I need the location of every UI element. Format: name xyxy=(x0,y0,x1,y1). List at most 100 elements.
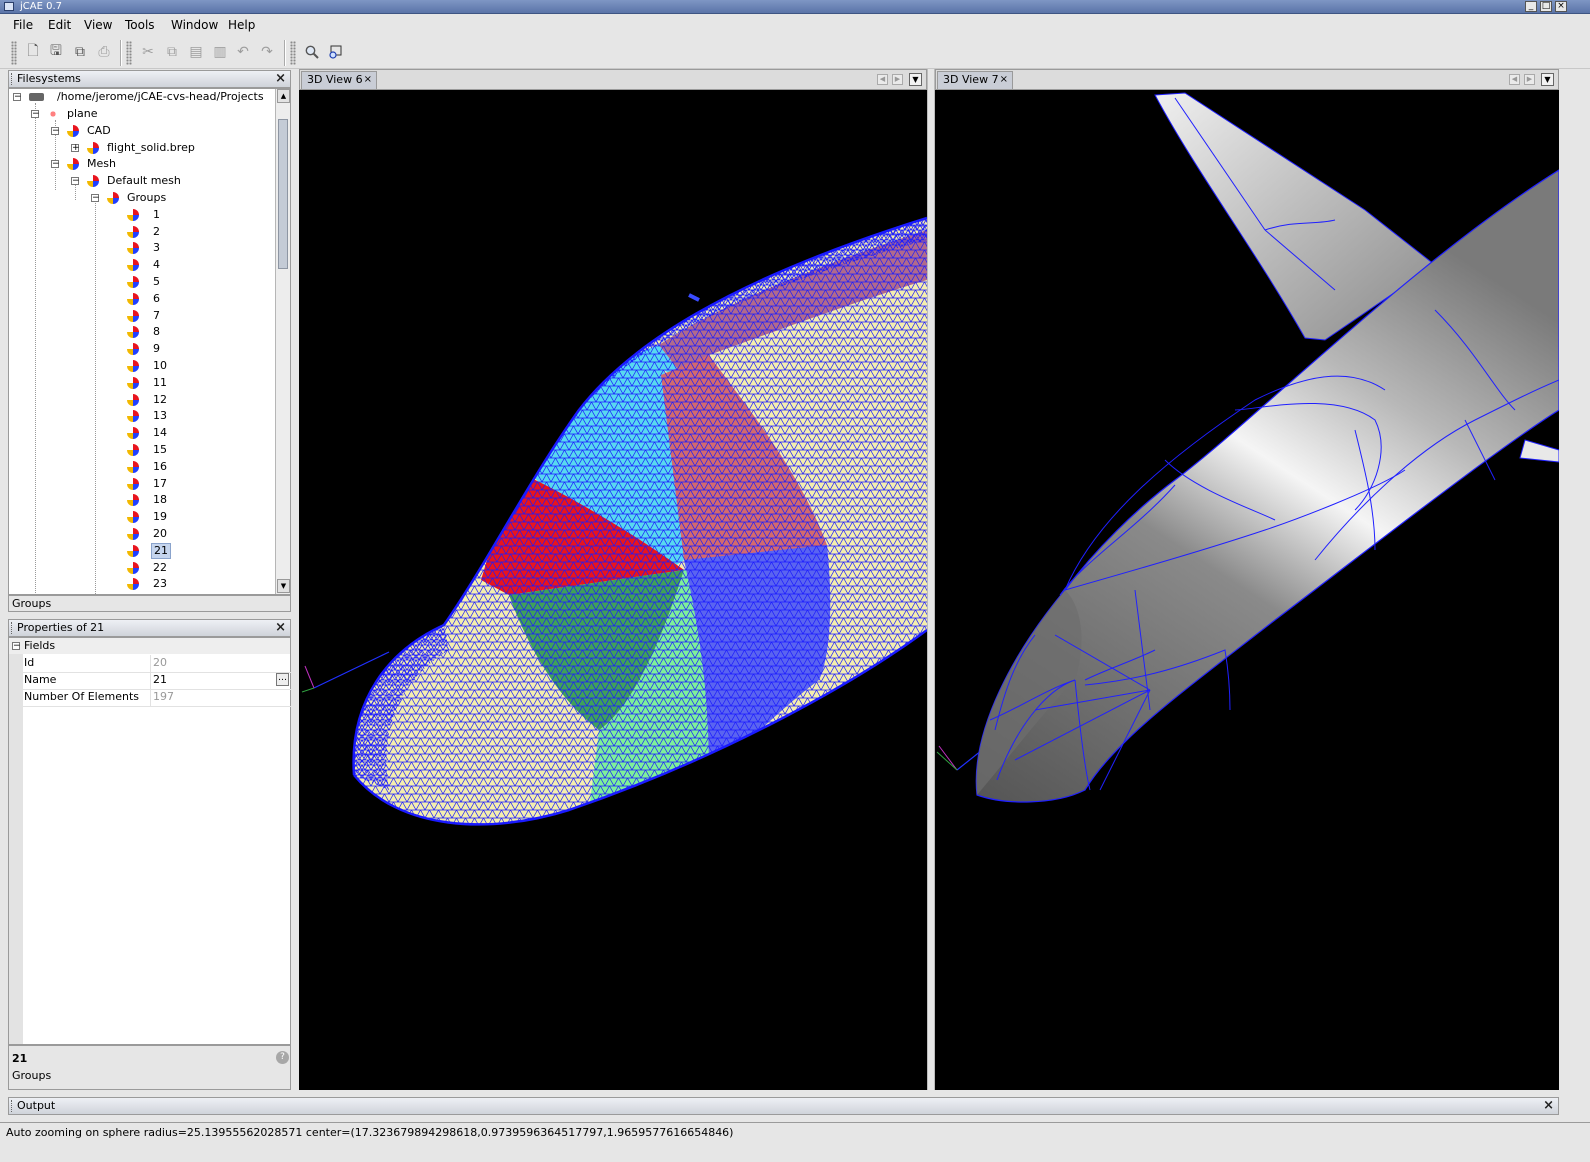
undo-icon[interactable]: ↶ xyxy=(232,42,254,62)
scroll-up-icon[interactable]: ▲ xyxy=(277,89,290,103)
close-panel-icon[interactable]: × xyxy=(275,71,286,87)
redo-icon[interactable]: ↷ xyxy=(256,42,278,62)
filesystems-tree[interactable]: − /home/jerome/jCAE-cvs-head/Projects − p… xyxy=(8,88,291,595)
toolbar-grip[interactable] xyxy=(126,41,132,65)
group-label: 12 xyxy=(153,392,167,406)
property-row-name[interactable]: Name 21 … xyxy=(23,672,291,690)
tab-scroll-right-icon[interactable]: ▶ xyxy=(892,74,903,85)
property-row-elements[interactable]: Number Of Elements 197 xyxy=(23,689,291,707)
property-key: Name xyxy=(24,673,57,686)
property-description: 21 Groups ? xyxy=(8,1045,291,1090)
app-icon xyxy=(4,2,14,11)
help-icon[interactable]: ? xyxy=(276,1051,289,1064)
collapse-icon[interactable]: − xyxy=(51,126,60,135)
group-label: 3 xyxy=(153,241,160,255)
collapse-icon[interactable]: − xyxy=(51,160,60,169)
group-icon xyxy=(127,360,139,372)
group-label: 6 xyxy=(153,291,160,305)
scroll-down-icon[interactable]: ▼ xyxy=(277,579,290,593)
view-splitter[interactable] xyxy=(927,69,935,1090)
group-icon xyxy=(127,578,139,591)
menu-window[interactable]: Window xyxy=(171,18,218,32)
maximize-icon[interactable]: □ xyxy=(1540,1,1552,12)
group-label: 11 xyxy=(153,375,167,389)
tab-3d-view-6[interactable]: 3D View 6 × xyxy=(301,71,377,89)
group-icon xyxy=(127,242,139,255)
print-icon[interactable]: ⎙ xyxy=(93,42,115,62)
output-title: Output xyxy=(17,1099,56,1112)
collapse-icon[interactable]: − xyxy=(31,110,40,119)
group-icon xyxy=(127,376,139,389)
collapse-icon[interactable]: − xyxy=(91,194,100,203)
save-all-icon[interactable]: ⧉ xyxy=(69,42,91,62)
collapse-icon[interactable]: − xyxy=(13,93,22,102)
zoom-window-icon[interactable] xyxy=(324,42,346,62)
collapse-icon[interactable]: − xyxy=(12,642,21,651)
3d-view-6-canvas[interactable] xyxy=(299,90,927,1090)
drive-icon xyxy=(29,93,44,101)
group-label: 1 xyxy=(153,207,160,221)
collapse-icon[interactable]: − xyxy=(71,177,80,186)
group-icon xyxy=(127,528,139,540)
close-panel-icon[interactable]: × xyxy=(1543,1098,1554,1114)
group-icon xyxy=(127,444,139,456)
ellipsis-button[interactable]: … xyxy=(276,673,289,686)
close-window-icon[interactable]: × xyxy=(1555,1,1567,12)
minimize-icon[interactable]: _ xyxy=(1525,1,1537,12)
group-icon xyxy=(127,511,139,524)
mesh-icon xyxy=(87,175,99,188)
group-icon xyxy=(127,427,139,440)
close-tab-icon[interactable]: × xyxy=(364,72,372,88)
menu-file[interactable]: File xyxy=(13,18,33,32)
menu-help[interactable]: Help xyxy=(228,18,255,32)
toolbar-grip[interactable] xyxy=(290,41,296,65)
scroll-thumb[interactable] xyxy=(278,119,288,269)
expand-icon[interactable]: + xyxy=(71,143,80,152)
group-label: 7 xyxy=(153,308,160,322)
tab-3d-view-7[interactable]: 3D View 7 × xyxy=(937,71,1013,89)
group-label: 23 xyxy=(153,577,167,591)
property-row-id[interactable]: Id 20 xyxy=(23,655,291,673)
filesystems-footer: Groups xyxy=(8,595,291,612)
property-section[interactable]: − Fields xyxy=(9,638,290,654)
tab-list-dropdown-icon[interactable]: ▼ xyxy=(1541,73,1554,86)
panel-splitter[interactable] xyxy=(293,69,299,1090)
close-tab-icon[interactable]: × xyxy=(1000,72,1008,88)
delete-icon[interactable]: ▥ xyxy=(209,42,231,62)
property-key: Number Of Elements xyxy=(24,690,139,703)
group-label: 18 xyxy=(153,493,167,507)
toolbar-grip[interactable] xyxy=(11,41,17,65)
output-panel-title[interactable]: Output × xyxy=(8,1097,1559,1115)
property-value[interactable]: 21 xyxy=(153,672,167,688)
tree-scrollbar[interactable]: ▲ ▼ xyxy=(275,89,290,594)
toolbar: 🗋 🖫 ⧉ ⎙ ✂ ⧉ ▤ ▥ ↶ ↷ xyxy=(0,36,1590,69)
group-icon xyxy=(127,259,139,272)
window-title-bar[interactable]: jCAE 0.7 _ □ × xyxy=(0,0,1590,14)
save-icon[interactable]: 🖫 xyxy=(45,42,67,62)
menu-tools[interactable]: Tools xyxy=(125,18,155,32)
group-icon xyxy=(127,494,139,507)
property-section-label: Fields xyxy=(24,639,56,652)
property-divider xyxy=(150,655,151,706)
tab-scroll-left-icon[interactable]: ◀ xyxy=(1509,74,1520,85)
close-panel-icon[interactable]: × xyxy=(275,620,286,636)
3d-view-7-canvas[interactable] xyxy=(935,90,1559,1090)
search-icon[interactable] xyxy=(301,42,323,62)
tab-list-dropdown-icon[interactable]: ▼ xyxy=(909,73,922,86)
tab-scroll-left-icon[interactable]: ◀ xyxy=(877,74,888,85)
new-file-icon[interactable]: 🗋 xyxy=(22,42,44,62)
copy-icon[interactable]: ⧉ xyxy=(161,42,183,62)
menu-view[interactable]: View xyxy=(84,18,112,32)
filesystems-panel-title[interactable]: Filesystems × xyxy=(8,70,291,88)
properties-panel-title[interactable]: Properties of 21 × xyxy=(8,619,291,637)
properties-title: Properties of 21 xyxy=(17,621,105,634)
group-label: 13 xyxy=(153,409,167,423)
menu-edit[interactable]: Edit xyxy=(48,18,71,32)
group-icon xyxy=(127,309,139,322)
group-label: 14 xyxy=(153,426,167,440)
paste-icon[interactable]: ▤ xyxy=(185,42,207,62)
group-label: 19 xyxy=(153,510,167,524)
cut-icon[interactable]: ✂ xyxy=(137,42,159,62)
tab-scroll-right-icon[interactable]: ▶ xyxy=(1524,74,1535,85)
tree-root-label: /home/jerome/jCAE-cvs-head/Projects xyxy=(57,90,264,103)
